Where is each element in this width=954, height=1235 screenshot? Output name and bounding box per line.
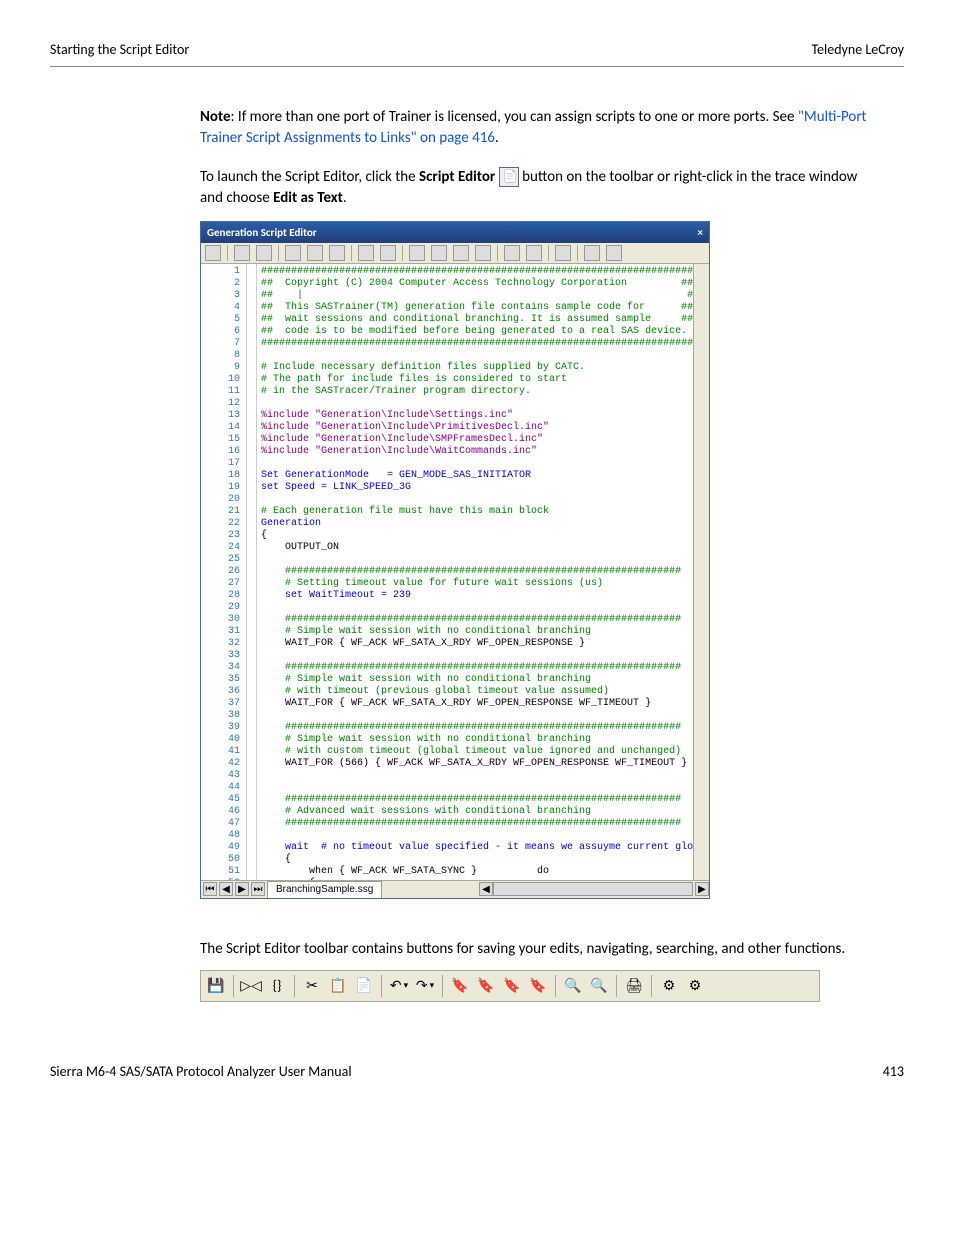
- paste-icon[interactable]: 📄: [353, 975, 375, 997]
- toolbar-image: 💾 ▷◁ {} ✂ 📋 📄 ↶ ↷ 🔖 🔖 🔖 🔖 🔍 🔍 🖨 ⚙ ⚙: [200, 970, 820, 1002]
- footer-left: Sierra M6-4 SAS/SATA Protocol Analyzer U…: [50, 1062, 352, 1082]
- separator: [548, 245, 549, 261]
- separator: [227, 245, 228, 261]
- undo-icon[interactable]: [358, 245, 374, 261]
- separator: [616, 975, 617, 997]
- tab-last-icon[interactable]: ⏭: [251, 882, 265, 896]
- para1-a: To launch the Script Editor, click the: [200, 168, 419, 186]
- print-icon[interactable]: [555, 245, 571, 261]
- script-editor-window: Generation Script Editor ×: [200, 221, 710, 899]
- separator: [577, 245, 578, 261]
- line-gutter: 1 2 3 4 5 6 7 8 9 10 11 12 13 14 15 16 1…: [201, 264, 247, 880]
- tab-prev-icon[interactable]: ◀: [219, 882, 233, 896]
- tab-next-icon[interactable]: ▶: [235, 882, 249, 896]
- separator: [233, 975, 234, 997]
- find-next-icon[interactable]: 🔍: [588, 975, 610, 997]
- tab-first-icon[interactable]: ⏮: [203, 882, 217, 896]
- note-tail: .: [495, 129, 499, 147]
- note-label: Note: [200, 108, 231, 126]
- hex-icon[interactable]: [584, 245, 600, 261]
- bookmark-prev-icon[interactable]: [431, 245, 447, 261]
- hscroll-right-icon[interactable]: ▶: [695, 882, 709, 896]
- find-next-icon[interactable]: [526, 245, 542, 261]
- note-text: : If more than one port of Trainer is li…: [231, 108, 798, 126]
- find-icon[interactable]: [504, 245, 520, 261]
- file-tab[interactable]: BranchingSample.ssg: [267, 881, 382, 898]
- brackets-icon[interactable]: [256, 245, 272, 261]
- cut-icon[interactable]: [285, 245, 301, 261]
- play-icon[interactable]: [234, 245, 250, 261]
- window-title: Generation Script Editor: [207, 225, 317, 240]
- para1-b: Script Editor: [419, 168, 495, 186]
- hscroll-left-icon[interactable]: ◀: [479, 882, 493, 896]
- titlebar: Generation Script Editor ×: [201, 222, 709, 243]
- separator: [651, 975, 652, 997]
- bookmark-next-icon[interactable]: 🔖: [501, 975, 523, 997]
- copy-icon[interactable]: 📋: [327, 975, 349, 997]
- code-text[interactable]: ########################################…: [257, 264, 693, 880]
- save-icon[interactable]: [205, 245, 221, 261]
- redo-icon[interactable]: ↷: [414, 975, 436, 997]
- settings-icon[interactable]: ⚙: [684, 975, 706, 997]
- bookmark-icon[interactable]: [409, 245, 425, 261]
- launch-paragraph: To launch the Script Editor, click the S…: [200, 167, 874, 209]
- separator: [381, 975, 382, 997]
- code-area[interactable]: 1 2 3 4 5 6 7 8 9 10 11 12 13 14 15 16 1…: [201, 264, 709, 880]
- separator: [497, 245, 498, 261]
- bookmark-icon[interactable]: 🔖: [449, 975, 471, 997]
- bookmark-prev-icon[interactable]: 🔖: [475, 975, 497, 997]
- hex-icon[interactable]: ⚙: [658, 975, 680, 997]
- close-icon[interactable]: ×: [698, 225, 703, 240]
- fold-gutter: [247, 264, 257, 880]
- horizontal-scrollbar[interactable]: [493, 882, 693, 896]
- bookmark-next-icon[interactable]: [453, 245, 469, 261]
- header-left: Starting the Script Editor: [50, 40, 189, 60]
- save-icon[interactable]: 💾: [205, 975, 227, 997]
- vertical-scrollbar[interactable]: [693, 264, 709, 880]
- play-icon[interactable]: ▷◁: [240, 975, 262, 997]
- editor-toolbar: [201, 243, 709, 264]
- para1-e: .: [343, 189, 347, 207]
- tab-strip: ⏮ ◀ ▶ ⏭ BranchingSample.ssg ◀ ▶: [201, 880, 709, 898]
- footer-right: 413: [883, 1062, 904, 1082]
- note-paragraph: Note: If more than one port of Trainer i…: [200, 107, 874, 149]
- paste-icon[interactable]: [329, 245, 345, 261]
- brackets-icon[interactable]: {}: [266, 975, 288, 997]
- find-icon[interactable]: 🔍: [562, 975, 584, 997]
- cut-icon[interactable]: ✂: [301, 975, 323, 997]
- separator: [402, 245, 403, 261]
- bookmark-clear-icon[interactable]: [475, 245, 491, 261]
- separator: [294, 975, 295, 997]
- para1-d: Edit as Text: [273, 189, 343, 207]
- separator: [278, 245, 279, 261]
- header-right: Teledyne LeCroy: [811, 40, 904, 60]
- copy-icon[interactable]: [307, 245, 323, 261]
- toolbar-paragraph: The Script Editor toolbar contains butto…: [200, 939, 874, 960]
- print-icon[interactable]: 🖨: [623, 975, 645, 997]
- separator: [351, 245, 352, 261]
- bookmark-clear-icon[interactable]: 🔖: [527, 975, 549, 997]
- script-editor-icon: [499, 167, 519, 187]
- separator: [442, 975, 443, 997]
- redo-icon[interactable]: [380, 245, 396, 261]
- undo-icon[interactable]: ↶: [388, 975, 410, 997]
- settings-icon[interactable]: [606, 245, 622, 261]
- separator: [555, 975, 556, 997]
